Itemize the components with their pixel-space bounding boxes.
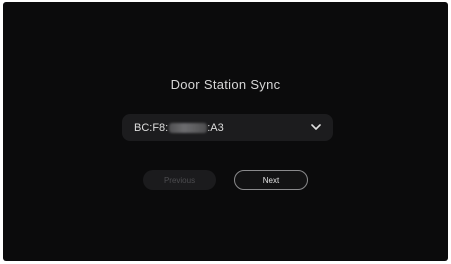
previous-button[interactable]: Previous <box>143 170 216 190</box>
mac-suffix: :A3 <box>207 121 224 134</box>
sync-screen: Door Station Sync BC:F8: :A3 Previous Ne… <box>3 2 448 261</box>
page-title: Door Station Sync <box>170 77 281 92</box>
device-mac-select[interactable]: BC:F8: :A3 <box>122 114 333 141</box>
next-button[interactable]: Next <box>234 170 308 190</box>
mac-prefix: BC:F8: <box>134 121 169 134</box>
chevron-down-icon[interactable] <box>311 123 321 133</box>
masked-mac-segment <box>169 122 208 133</box>
selected-mac-address: BC:F8: :A3 <box>134 122 224 134</box>
